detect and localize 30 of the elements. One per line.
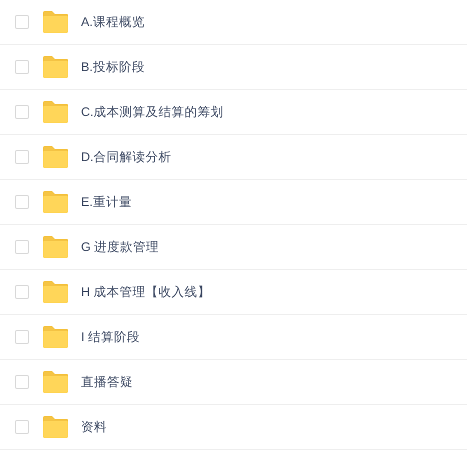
folder-icon (42, 146, 69, 168)
folder-icon (42, 236, 69, 258)
checkbox[interactable] (15, 420, 29, 434)
folder-name[interactable]: H 成本管理【收入线】 (81, 282, 210, 302)
folder-name[interactable]: A.课程概览 (81, 12, 145, 32)
folder-name[interactable]: 资料 (81, 418, 107, 436)
checkbox[interactable] (15, 195, 29, 209)
checkbox[interactable] (15, 330, 29, 344)
folder-name[interactable]: 直播答疑 (81, 372, 133, 392)
checkbox[interactable] (15, 15, 29, 29)
folder-icon (42, 56, 69, 78)
folder-name[interactable]: I 结算阶段 (81, 328, 140, 346)
checkbox[interactable] (15, 150, 29, 164)
folder-icon (42, 416, 69, 438)
folder-icon (42, 281, 69, 303)
checkbox[interactable] (15, 240, 29, 254)
folder-icon (42, 326, 69, 348)
folder-name[interactable]: B.投标阶段 (81, 58, 145, 76)
folder-icon (42, 191, 69, 213)
checkbox[interactable] (15, 105, 29, 119)
checkbox[interactable] (15, 60, 29, 74)
folder-icon (42, 11, 69, 33)
checkbox[interactable] (15, 285, 29, 299)
folder-icon (42, 101, 69, 123)
folder-name[interactable]: D.合同解读分析 (81, 148, 172, 166)
folder-icon (42, 371, 69, 393)
checkbox[interactable] (15, 375, 29, 389)
folder-name[interactable]: C.成本测算及结算的筹划 (81, 102, 224, 122)
folder-name[interactable]: G 进度款管理 (81, 238, 160, 256)
folder-name[interactable]: E.重计量 (81, 192, 132, 212)
